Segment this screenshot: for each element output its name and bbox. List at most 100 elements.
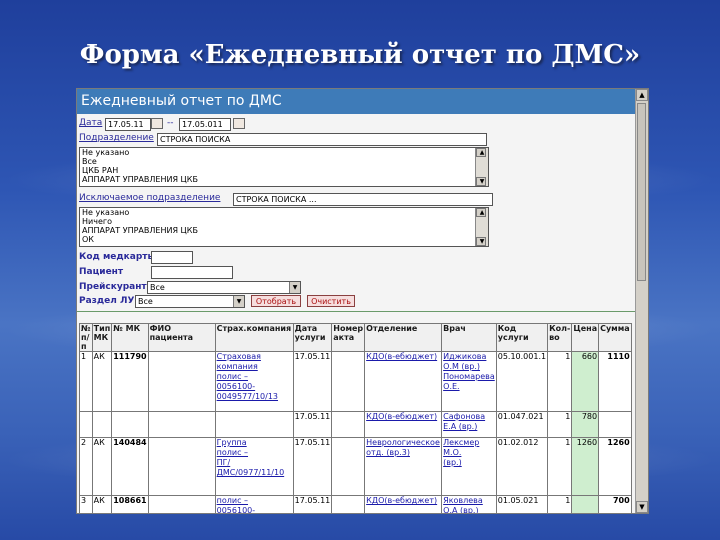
cell-company[interactable]: Группа полис – ПГ/ДМС/0977/11/10 <box>214 437 294 496</box>
cell-sum: 700 <box>598 495 632 513</box>
cell-dept[interactable]: КДО(в-ебюджет) <box>364 351 443 412</box>
list-item[interactable]: Ничего <box>80 217 488 226</box>
cell-dept[interactable]: Неврологическое отд. (вр.3) <box>364 437 443 496</box>
table-row[interactable]: 17.05.11 КДО(в-ебюджет) Сафонова Е.А (вр.) 0… <box>79 411 632 438</box>
cell-line[interactable]: отд. (вр.3) <box>366 448 440 458</box>
scroll-up-icon[interactable]: ▲ <box>476 148 486 157</box>
cell-line[interactable]: Иджикова <box>443 353 495 363</box>
cell-line[interactable]: (вр.) <box>443 458 495 468</box>
list-item[interactable]: ЦКБ РАН <box>80 166 488 175</box>
scroll-down-icon[interactable]: ▼ <box>636 501 648 513</box>
list-item[interactable]: ОК <box>80 235 488 244</box>
date-from-input[interactable]: 17.05.11 <box>105 118 151 131</box>
cell-line[interactable]: полис – <box>217 448 292 458</box>
cell-dept[interactable]: КДО(в-ебюджет) <box>364 495 443 513</box>
cell-price: 780 <box>571 411 600 438</box>
table-row[interactable]: 1 АК 111790 Страховая компания полис –0056100… <box>79 351 632 412</box>
cell-price: 1260 <box>571 437 600 496</box>
table-row[interactable]: 2 АК 140484 Группа полис – ПГ/ДМС/0977/11/10 1… <box>79 437 632 496</box>
cell-act <box>331 495 366 513</box>
list-item[interactable]: АППАРАТ УПРАВЛЕНИЯ ЦКБ <box>80 175 488 184</box>
scroll-up-icon[interactable]: ▲ <box>636 89 648 101</box>
list-item[interactable]: Не указано <box>80 148 488 157</box>
cell-code[interactable]: 01.047.021 <box>495 411 549 438</box>
cell-act <box>331 411 366 438</box>
excluded-division-listbox[interactable]: Не указано Ничего АППАРАТ УПРАВЛЕНИЯ ЦКБ… <box>79 207 489 247</box>
window-scrollbar[interactable]: ▲ ▼ <box>635 89 648 513</box>
cell-type: АК <box>91 351 113 412</box>
cell-patient <box>147 495 216 513</box>
cell-doctor[interactable]: Лексмер М.О. (вр.) <box>441 437 497 496</box>
cell-line[interactable]: КДО(в-ебюджет) <box>366 497 440 507</box>
list-item[interactable]: Все <box>80 157 488 166</box>
cell-line[interactable]: Лексмер М.О. <box>443 439 495 459</box>
table-header: Код услуги <box>495 323 549 352</box>
cell-doctor[interactable]: Сафонова Е.А (вр.) <box>441 411 497 438</box>
cell-line[interactable]: ПГ/ДМС/0977/11/10 <box>217 458 292 478</box>
price-select[interactable]: Все ▼ <box>147 281 301 294</box>
table-header: № п/п <box>79 323 93 352</box>
division-list-scrollbar[interactable]: ▲ ▼ <box>475 148 488 186</box>
clear-button[interactable]: Очистить <box>307 295 355 307</box>
cell-line[interactable]: 0056100- <box>217 506 292 513</box>
chevron-down-icon[interactable]: ▼ <box>289 282 300 293</box>
excluded-division-search-input[interactable]: СТРОКА ПОИСКА ... <box>233 193 493 206</box>
table-row[interactable]: 3 АК 108661 полис –0056100- 17.05.11 КДО(в-еб… <box>79 495 632 513</box>
cell-line[interactable]: КДО(в-ебюджет) <box>366 353 440 363</box>
cell-mk: 111790 <box>111 351 149 412</box>
window-header: Ежедневный отчет по ДМС <box>77 89 639 114</box>
excluded-division-list-scrollbar[interactable]: ▲ ▼ <box>475 208 488 246</box>
scroll-thumb[interactable] <box>637 103 646 281</box>
scroll-up-icon[interactable]: ▲ <box>476 208 486 217</box>
date-to-input[interactable]: 17.05.011 <box>179 118 231 131</box>
medcard-input[interactable] <box>151 251 193 264</box>
cell-qty: 1 <box>547 351 573 412</box>
cell-line[interactable]: полис – <box>217 497 292 507</box>
cell-line[interactable]: КДО(в-ебюджет) <box>366 413 440 423</box>
cell-company[interactable]: полис –0056100- <box>214 495 294 513</box>
cell-doctor[interactable]: Иджикова О.М (вр.) Пономарева О.Е. <box>441 351 497 412</box>
cell-line[interactable]: 0049577/10/13 <box>217 392 292 402</box>
cell-line[interactable]: О.А (вр.) <box>443 506 495 513</box>
cell-code[interactable]: 01.02.012 <box>495 437 549 496</box>
cell-sum: 1260 <box>598 437 632 496</box>
cell-mk <box>111 411 149 438</box>
cell-company[interactable] <box>214 411 294 438</box>
division-search-input[interactable]: СТРОКА ПОИСКА <box>157 133 487 146</box>
cell-line[interactable]: Е.А (вр.) <box>443 422 495 432</box>
cell-line[interactable]: 0056100- <box>217 382 292 392</box>
date-to-calendar-icon[interactable] <box>233 118 245 129</box>
cell-company[interactable]: Страховая компания полис –0056100- 0049577/… <box>214 351 294 412</box>
cell-doctor[interactable]: Яковлева О.А (вр.) <box>441 495 497 513</box>
cell-line[interactable]: Страховая <box>217 353 292 363</box>
cell-n: 2 <box>79 437 93 496</box>
cell-line[interactable]: О.М (вр.) <box>443 362 495 372</box>
cell-line[interactable]: полис – <box>217 372 292 382</box>
division-listbox[interactable]: Не указано Все ЦКБ РАН АППАРАТ УПРАВЛЕНИ… <box>79 147 489 187</box>
cell-line[interactable]: компания <box>217 362 292 372</box>
section-select[interactable]: Все ▼ <box>135 295 245 308</box>
list-item[interactable]: АППАРАТ УПРАВЛЕНИЯ ЦКБ <box>80 226 488 235</box>
cell-code[interactable]: 01.05.021 <box>495 495 549 513</box>
chevron-down-icon[interactable]: ▼ <box>233 296 244 307</box>
cell-dept[interactable]: КДО(в-ебюджет) <box>364 411 443 438</box>
table-header-row: № п/п Тип МК № МК ФИО пациента Страх.ком… <box>79 323 632 352</box>
list-item[interactable]: Не указано <box>80 208 488 217</box>
cell-code[interactable]: 05.10.001.1 <box>495 351 549 412</box>
cell-line[interactable]: Группа <box>217 439 292 449</box>
cell-line[interactable]: О.Е. <box>443 382 495 392</box>
cell-line[interactable]: Неврологическое <box>366 439 440 449</box>
patient-input[interactable] <box>151 266 233 279</box>
cell-line[interactable]: Яковлева <box>443 497 495 507</box>
date-from-calendar-icon[interactable] <box>151 118 163 129</box>
cell-type: АК <box>91 437 113 496</box>
cell-line[interactable]: Пономарева <box>443 372 495 382</box>
select-button[interactable]: Отобрать <box>251 295 301 307</box>
separator <box>77 311 635 312</box>
cell-line[interactable]: Сафонова <box>443 413 495 423</box>
scroll-down-icon[interactable]: ▼ <box>476 237 486 246</box>
scroll-down-icon[interactable]: ▼ <box>476 177 486 186</box>
cell-date: 17.05.11 <box>292 351 333 412</box>
cell-date: 17.05.11 <box>292 437 333 496</box>
section-label: Раздел ЛУ <box>79 296 135 306</box>
